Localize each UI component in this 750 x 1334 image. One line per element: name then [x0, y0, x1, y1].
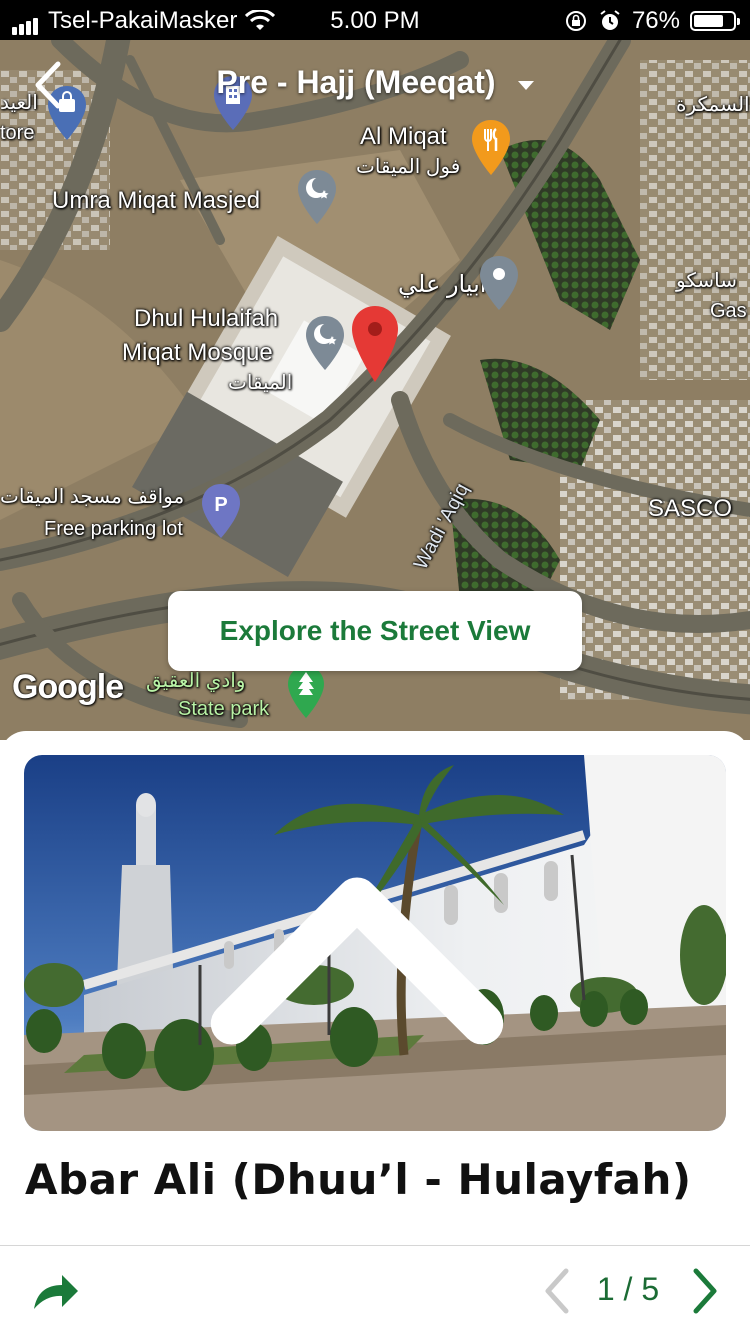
map-label-state-park: State park [178, 698, 270, 720]
share-arrow-icon[interactable] [30, 1269, 82, 1313]
place-photo[interactable] [24, 755, 726, 1131]
place-pin-icon[interactable] [478, 254, 520, 312]
map-label-store: tore [0, 122, 35, 144]
dropdown-caret-icon [517, 81, 534, 91]
map-label-miqat-arabic: الميقات [228, 372, 293, 394]
mosque-pin-icon-dhul-hulaifah[interactable] [304, 314, 346, 372]
place-details-sheet: Abar Ali (Dhuu’l - Hulayfah) 1 / 5 [0, 731, 750, 1334]
map-label-miqat-mosque: Miqat Mosque [122, 339, 273, 366]
svg-text:P: P [214, 494, 227, 516]
selected-location-pin-icon[interactable] [350, 304, 400, 384]
map-label-parking-arabic: مواقف مسجد الميقات [0, 486, 185, 508]
map-label-al-miqat-arabic: فول الميقات [356, 156, 461, 178]
map-label-dhul-hulaifah: Dhul Hulaifah [134, 305, 279, 332]
route-selector[interactable]: Pre - Hajj (Meeqat) [0, 64, 750, 101]
map-label-gas: Gas [710, 300, 747, 322]
restaurant-pin-icon[interactable] [470, 118, 512, 178]
next-chevron-icon[interactable] [688, 1267, 722, 1315]
explore-street-view-button[interactable]: Explore the Street View [168, 591, 582, 671]
map-label-abyar-ali-arabic: أبيار علي [398, 271, 487, 298]
battery-icon [690, 11, 740, 31]
collapse-chevron-up-icon[interactable] [24, 773, 708, 1131]
map-label-al-miqat: Al Miqat [360, 123, 447, 150]
map-label-umra-miqat-masjed: Umra Miqat Masjed [52, 187, 261, 214]
page-title: Pre - Hajj (Meeqat) [216, 64, 496, 100]
park-pin-icon[interactable] [286, 664, 326, 720]
map-label-state-park-arabic: وادي العقيق [146, 670, 246, 692]
map-label-free-parking: Free parking lot [44, 518, 183, 540]
map-label-gas-arabic: ساسكو [676, 270, 737, 292]
parking-pin-icon[interactable]: P [200, 482, 242, 540]
status-bar: Tsel-PakaiMasker 5.00 PM 76% [0, 0, 750, 40]
page-indicator: 1 / 5 [596, 1271, 660, 1307]
mosque-pin-icon[interactable] [296, 168, 338, 226]
map-label-sasco: SASCO [648, 495, 733, 522]
divider [0, 1245, 750, 1246]
google-logo: Google [12, 668, 124, 706]
orientation-lock-icon [565, 11, 586, 31]
alarm-icon [600, 10, 620, 30]
battery-percentage: 76% [631, 7, 680, 34]
place-title: Abar Ali (Dhuu’l - Hulayfah) [25, 1155, 692, 1204]
previous-chevron-icon[interactable] [540, 1267, 574, 1315]
